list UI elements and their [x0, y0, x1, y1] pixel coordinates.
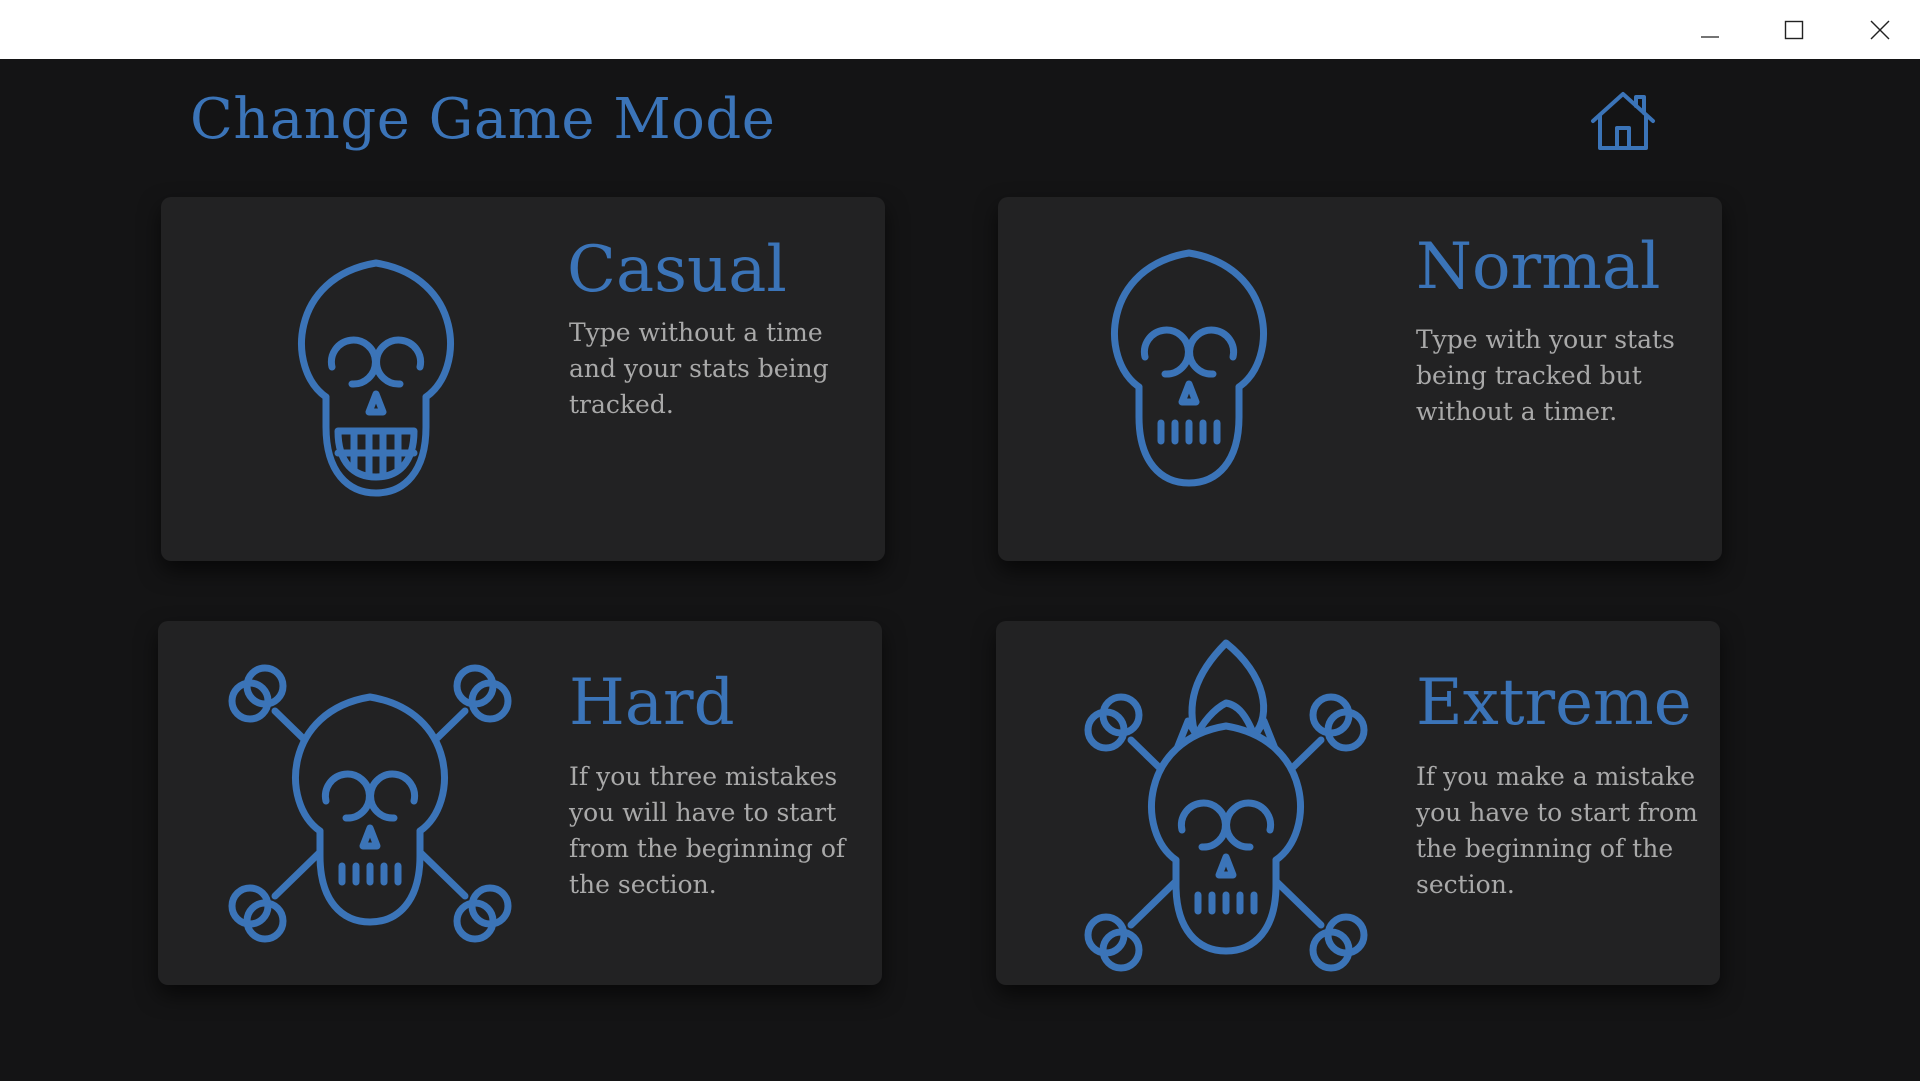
mode-card-extreme[interactable]: Extreme If you make a mistake you have t… — [996, 621, 1720, 985]
flaming-skull-crossbones-icon — [1084, 639, 1368, 972]
window-title-bar — [0, 0, 1920, 59]
mode-card-normal[interactable]: Normal Type with your stats being tracke… — [998, 197, 1722, 561]
mode-description: If you three mistakes you will have to s… — [569, 762, 846, 899]
skull-crossbones-icon — [228, 664, 512, 943]
mode-card-hard[interactable]: Hard If you three mistakes you will have… — [158, 621, 882, 985]
minimize-icon — [1701, 35, 1719, 38]
mode-description: Type without a time and your stats being… — [569, 318, 829, 419]
minimize-button[interactable] — [1668, 0, 1752, 59]
home-icon — [1591, 92, 1655, 150]
home-button[interactable] — [1588, 88, 1658, 154]
maximize-icon — [1784, 20, 1804, 39]
page-title: Change Game Mode — [190, 87, 776, 152]
mode-description: If you make a mistake you have to start … — [1416, 762, 1698, 899]
close-icon — [1870, 20, 1890, 39]
mode-title: Extreme — [1416, 666, 1692, 740]
mode-title: Normal — [1416, 230, 1661, 304]
maximize-button[interactable] — [1752, 0, 1836, 59]
skull-teeth-icon — [298, 259, 454, 497]
mode-card-casual[interactable]: Casual Type without a time and your stat… — [161, 197, 885, 561]
mode-title: Casual — [567, 233, 787, 307]
close-button[interactable] — [1838, 0, 1920, 59]
mode-title: Hard — [569, 666, 735, 740]
mode-description: Type with your stats being tracked but w… — [1416, 325, 1675, 426]
skull-icon — [1111, 249, 1267, 487]
